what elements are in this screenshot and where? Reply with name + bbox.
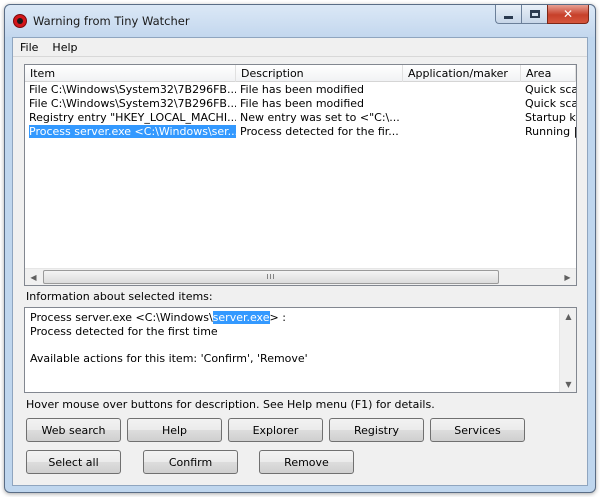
info-label: Information about selected items: <box>26 290 213 303</box>
cell-description: New entry was set to <"C:\... <box>240 111 400 124</box>
cell-item-text: Process server.exe <C:\Windows\ser... <box>29 125 236 138</box>
scroll-right-icon[interactable]: ▶ <box>559 269 576 285</box>
info-blank-line <box>30 338 308 352</box>
cell-item: Registry entry "HKEY_LOCAL_MACHI... <box>25 111 236 125</box>
scroll-left-icon[interactable]: ◀ <box>25 269 42 285</box>
menu-bar: File Help <box>13 38 587 57</box>
cell-area: Running | <box>525 125 576 138</box>
table-row[interactable]: Registry entry "HKEY_LOCAL_MACHI... New … <box>25 111 576 125</box>
maximize-icon <box>529 10 540 18</box>
explorer-button[interactable]: Explorer <box>228 418 323 442</box>
info-line-1: Process server.exe <C:\Windows\server.ex… <box>30 311 308 325</box>
column-header-area[interactable]: Area <box>521 65 576 82</box>
app-window: Warning from Tiny Watcher ✕ File Help It… <box>4 4 596 493</box>
info-text: Process server.exe <C:\Windows\server.ex… <box>30 311 308 365</box>
cell-application <box>403 83 521 97</box>
scroll-up-icon[interactable]: ▲ <box>560 308 577 324</box>
title-bar[interactable]: Warning from Tiny Watcher ✕ <box>5 5 595 37</box>
cell-area: Quick sca <box>525 83 576 96</box>
cell-item: File C:\Windows\System32\7B296FB... <box>25 97 236 111</box>
info-line-2: Process detected for the first time <box>30 324 218 338</box>
cell-application <box>403 111 521 125</box>
minimize-button[interactable] <box>495 5 521 24</box>
maximize-button[interactable] <box>521 5 547 24</box>
window-title: Warning from Tiny Watcher <box>33 14 190 28</box>
scroll-down-icon[interactable]: ▼ <box>560 376 577 392</box>
remove-button[interactable]: Remove <box>259 450 354 474</box>
app-icon <box>13 14 27 28</box>
list-header: Item Description Application/maker Area <box>25 65 576 82</box>
column-header-item[interactable]: Item <box>25 65 236 82</box>
minimize-icon <box>504 15 513 19</box>
services-button[interactable]: Services <box>430 418 525 442</box>
cell-application <box>403 125 521 139</box>
cell-item-text: File C:\Windows\System32\7B296FB... <box>29 97 236 110</box>
hint-text: Hover mouse over buttons for description… <box>26 398 435 411</box>
items-list[interactable]: Item Description Application/maker Area … <box>24 64 577 286</box>
menu-file[interactable]: File <box>13 38 45 56</box>
info-line-1-prefix: Process server.exe <C:\Windows\ <box>30 311 213 324</box>
cell-item: File C:\Windows\System32\7B296FB... <box>25 83 236 97</box>
info-line-3: Available actions for this item: 'Confir… <box>30 351 308 365</box>
table-row[interactable]: File C:\Windows\System32\7B296FB... File… <box>25 83 576 97</box>
cell-application <box>403 97 521 111</box>
table-row[interactable]: File C:\Windows\System32\7B296FB... File… <box>25 97 576 111</box>
close-icon: ✕ <box>562 7 574 21</box>
vertical-scrollbar[interactable]: ▲ ▼ <box>559 308 576 392</box>
table-row-selected[interactable]: Process server.exe <C:\Windows\ser... Pr… <box>25 125 576 139</box>
registry-button[interactable]: Registry <box>329 418 424 442</box>
client-area: File Help Item Description Application/m… <box>12 37 588 486</box>
column-header-description[interactable]: Description <box>236 65 403 82</box>
column-header-application[interactable]: Application/maker <box>403 65 521 82</box>
help-button[interactable]: Help <box>127 418 222 442</box>
scroll-grip: III <box>266 273 276 281</box>
cell-description: File has been modified <box>240 83 364 96</box>
caption-buttons: ✕ <box>495 5 589 25</box>
horizontal-scrollbar[interactable]: ◀ III ▶ <box>25 268 576 285</box>
cell-description: File has been modified <box>240 97 364 110</box>
cell-item: Process server.exe <C:\Windows\ser... <box>25 125 236 139</box>
close-button[interactable]: ✕ <box>547 5 589 24</box>
info-line-1-highlight: server.exe <box>212 311 270 324</box>
web-search-button[interactable]: Web search <box>26 418 121 442</box>
scroll-thumb[interactable]: III <box>43 270 499 284</box>
cell-area: Startup k <box>525 111 576 124</box>
confirm-button[interactable]: Confirm <box>143 450 238 474</box>
list-rows: File C:\Windows\System32\7B296FB... File… <box>25 83 576 139</box>
cell-description: Process detected for the fir... <box>240 125 399 138</box>
menu-help[interactable]: Help <box>45 38 84 56</box>
cell-area: Quick sca <box>525 97 576 110</box>
cell-item-text: Registry entry "HKEY_LOCAL_MACHI... <box>29 111 236 124</box>
info-textbox[interactable]: Process server.exe <C:\Windows\server.ex… <box>24 307 577 393</box>
cell-item-text: File C:\Windows\System32\7B296FB... <box>29 83 236 96</box>
select-all-button[interactable]: Select all <box>26 450 121 474</box>
info-line-1-suffix: > : <box>269 311 286 324</box>
